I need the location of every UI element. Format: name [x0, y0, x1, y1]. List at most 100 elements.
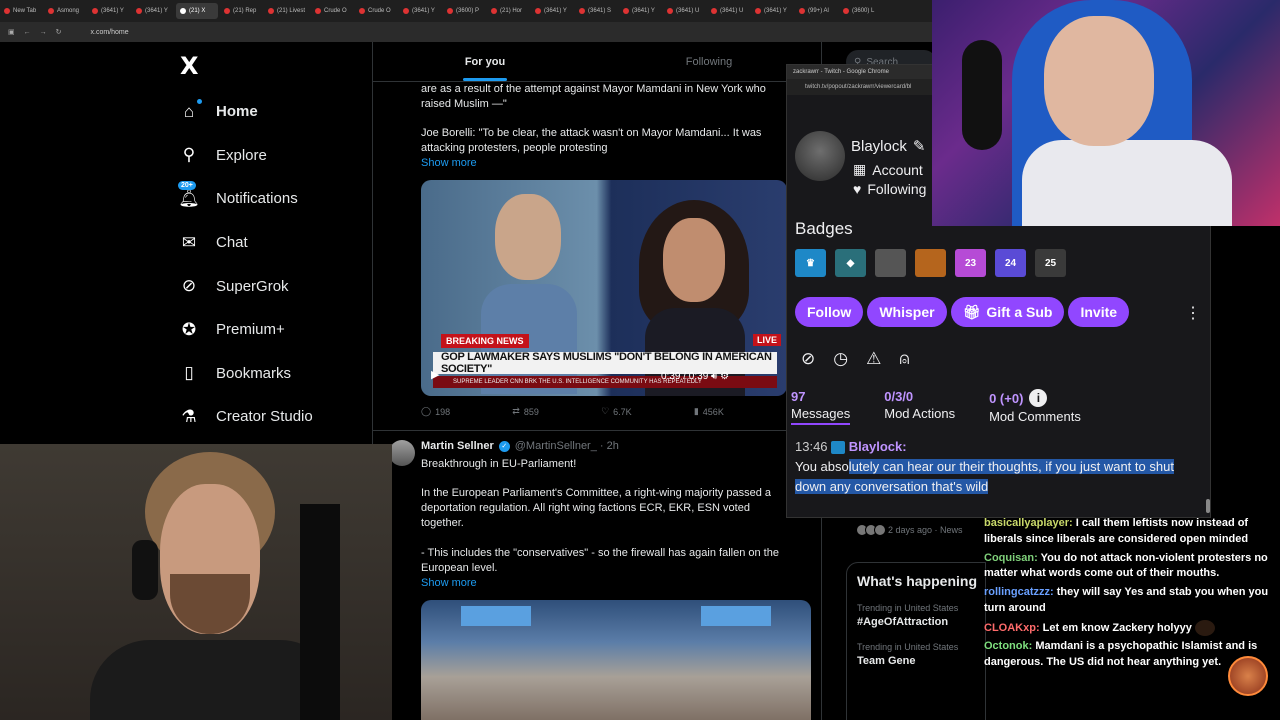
- follow-age: ♥ Following: [853, 181, 926, 197]
- browser-tab[interactable]: Crude O: [311, 3, 353, 19]
- add-mod-icon[interactable]: ⍝: [899, 349, 909, 369]
- invite-button[interactable]: Invite: [1068, 297, 1130, 327]
- badge-icon[interactable]: [915, 249, 946, 277]
- tweet2-author[interactable]: Martin Sellner ✓ @MartinSellner_ · 2h: [421, 440, 619, 452]
- mod-tools: ⊘ ◷ ⚠ ⍝: [801, 349, 910, 369]
- address-bar[interactable]: ▣ ← → ↻ x.com/home: [0, 22, 932, 42]
- like-button[interactable]: ♡ 6.7K: [601, 406, 632, 417]
- avatar[interactable]: [389, 440, 415, 466]
- views-button[interactable]: ▮ 456K: [694, 406, 724, 417]
- crown-badge-icon[interactable]: ♛: [795, 249, 826, 277]
- play-icon[interactable]: ▶: [431, 368, 439, 381]
- news-row[interactable]: 2 days ago · News: [856, 524, 963, 536]
- nav-home[interactable]: ⌂ Home: [178, 90, 313, 134]
- browser-tab[interactable]: (21) Livest: [264, 3, 309, 19]
- browser-tab[interactable]: (3600) P: [443, 3, 485, 19]
- settings-icon[interactable]: ⚙: [720, 371, 729, 382]
- verified-icon: ✪: [181, 319, 197, 339]
- stat-messages[interactable]: 97 Messages: [791, 389, 851, 425]
- stat-messages-value: 97: [791, 389, 806, 404]
- scrollbar[interactable]: [1206, 499, 1210, 513]
- badge-icon[interactable]: [875, 249, 906, 277]
- nav-creator-studio[interactable]: ⚗ Creator Studio: [178, 395, 312, 439]
- parliament-screen: [461, 606, 531, 626]
- tab-favicon-icon: [224, 8, 230, 14]
- more-options-icon[interactable]: ⋮: [1185, 303, 1201, 323]
- tweet2-image[interactable]: [421, 600, 811, 720]
- tweet1-video[interactable]: BREAKING NEWS LIVE GOP LAWMAKER SAYS MUS…: [421, 180, 787, 396]
- url-text[interactable]: x.com/home: [91, 29, 129, 36]
- nav-notifications[interactable]: 🔔︎ 20+ Notifications: [178, 177, 313, 221]
- browser-tab-label: (3600) L: [852, 8, 875, 14]
- browser-tab[interactable]: (3641) Y: [619, 3, 661, 19]
- avatar: [1228, 656, 1268, 696]
- show-more-link-2[interactable]: Show more: [421, 576, 791, 591]
- author-name[interactable]: Martin Sellner: [421, 440, 494, 452]
- browser-tab[interactable]: (3641) S: [575, 3, 617, 19]
- browser-tab[interactable]: (3641) U: [663, 3, 705, 19]
- browser-tab[interactable]: (3641) Y: [132, 3, 174, 19]
- info-icon[interactable]: i: [1029, 389, 1048, 407]
- nav-chat[interactable]: ✉ Chat: [178, 221, 313, 265]
- video-time: 0:39 / 0:39 🔊︎ ⚙: [661, 371, 729, 382]
- nav-bookmarks[interactable]: ▯ Bookmarks: [178, 352, 313, 396]
- nav-premium[interactable]: ✪ Premium+: [178, 308, 313, 352]
- author-handle: @MartinSellner_ · 2h: [514, 440, 619, 452]
- stat-mod-actions-value: 0/3/0: [884, 389, 914, 404]
- x-logo[interactable]: X: [180, 52, 204, 80]
- follow-button[interactable]: Follow: [795, 297, 864, 327]
- whisper-button[interactable]: Whisper: [867, 297, 947, 327]
- tab-for-you[interactable]: For you: [373, 42, 597, 81]
- diamond-badge-icon[interactable]: ◆: [835, 249, 866, 277]
- chat-user: rollingcatzzz:: [984, 586, 1054, 598]
- nav-supergrok[interactable]: ⊘ SuperGrok: [178, 264, 313, 308]
- message-user[interactable]: Blaylock:: [849, 439, 907, 454]
- account-age: ▦ Account: [853, 161, 923, 178]
- ban-icon[interactable]: ⊘: [801, 349, 815, 369]
- viewer-stats: 97 Messages 0/3/0 Mod Actions 0 (+0) i Mo…: [791, 389, 1201, 425]
- repost-button[interactable]: ⇄ 859: [512, 406, 539, 417]
- reload-icon[interactable]: ↻: [56, 28, 62, 36]
- browser-tab[interactable]: (3641) Y: [399, 3, 441, 19]
- message-time: 13:46: [795, 439, 828, 454]
- stat-mod-comments[interactable]: 0 (+0) i Mod Comments: [989, 389, 1081, 425]
- nav-premium-label: Premium+: [216, 321, 285, 339]
- badge-24-icon[interactable]: 24: [995, 249, 1026, 277]
- browser-tab[interactable]: (3641) Y: [531, 3, 573, 19]
- nav-explore[interactable]: ⚲ Explore: [178, 134, 313, 178]
- browser-tab[interactable]: (99+) Al: [795, 3, 837, 19]
- pencil-icon[interactable]: ✎: [913, 137, 926, 155]
- badge-23-icon[interactable]: 23: [955, 249, 986, 277]
- badge-25-icon[interactable]: 25: [1035, 249, 1066, 277]
- show-more-link[interactable]: Show more: [421, 156, 791, 171]
- message-text-start: You abso: [795, 459, 849, 474]
- timeout-clock-icon[interactable]: ◷: [833, 349, 848, 369]
- browser-tab-label: (21) Hor: [500, 8, 523, 14]
- browser-tab[interactable]: Asmong: [44, 3, 86, 19]
- browser-tab[interactable]: New Tab: [0, 3, 42, 19]
- viewer-username[interactable]: Blaylock: [851, 138, 907, 155]
- crown-badge-icon: [831, 441, 846, 455]
- stat-mod-actions[interactable]: 0/3/0 Mod Actions: [884, 389, 955, 425]
- warning-icon[interactable]: ⚠: [866, 349, 881, 369]
- reply-button[interactable]: ◯ 198: [421, 406, 450, 417]
- trend-item[interactable]: Trending in United States Team Gene: [857, 642, 975, 667]
- back-icon[interactable]: ←: [24, 29, 31, 36]
- browser-tab[interactable]: (21) Rep: [220, 3, 262, 19]
- browser-tab[interactable]: (3600) L: [839, 3, 881, 19]
- viewer-message: 13:46 Blaylock: You absolutely can hear …: [795, 437, 1195, 497]
- browser-tab[interactable]: (21) Hor: [487, 3, 529, 19]
- browser-tab[interactable]: Crude O: [355, 3, 397, 19]
- trend-item[interactable]: Trending in United States #AgeOfAttracti…: [857, 603, 975, 628]
- browser-tab[interactable]: (3641) Y: [88, 3, 130, 19]
- gift-sub-button[interactable]: 🎁︎ Gift a Sub: [950, 297, 1065, 327]
- browser-tab[interactable]: (3641) Y: [751, 3, 793, 19]
- views-icon: ▮: [693, 406, 699, 416]
- sidebar-toggle-icon[interactable]: ▣: [8, 28, 15, 36]
- forward-icon[interactable]: →: [40, 29, 47, 36]
- browser-tab[interactable]: (21) X: [176, 3, 218, 19]
- nav-bookmarks-label: Bookmarks: [216, 364, 292, 382]
- browser-tab[interactable]: (3641) U: [707, 3, 749, 19]
- tab-favicon-icon: [403, 8, 410, 14]
- volume-icon[interactable]: 🔊︎: [711, 371, 717, 382]
